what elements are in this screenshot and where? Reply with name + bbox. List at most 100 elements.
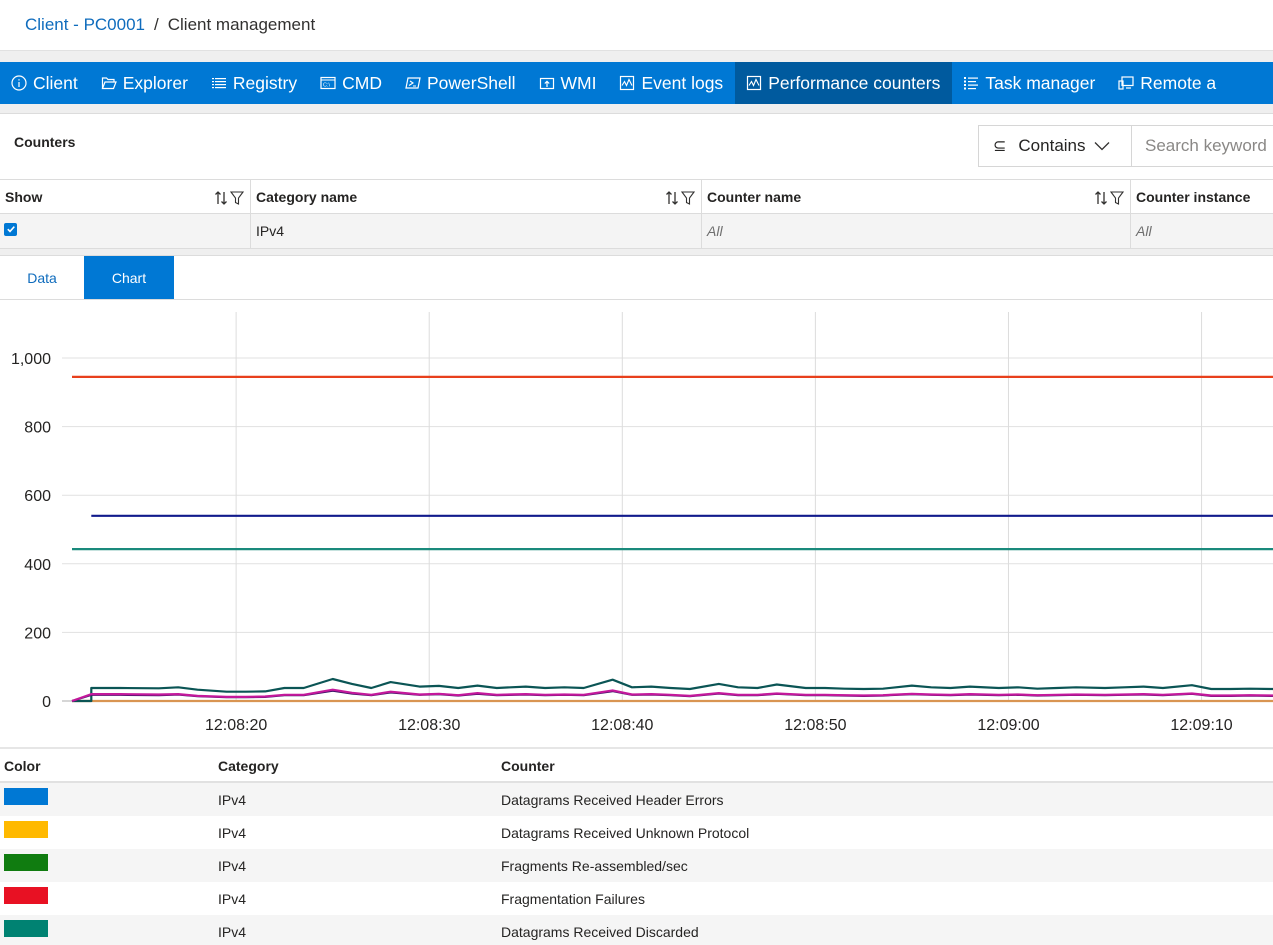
y-tick-label: 200 [24,625,51,642]
legend-row[interactable]: IPv4 Fragments Re-assembled/sec [0,849,1273,882]
legend-category: IPv4 [218,857,247,874]
legend-row[interactable]: IPv4 Fragmentation Failures [0,882,1273,915]
breadcrumb-separator: / [154,15,159,34]
list-icon [211,75,227,91]
toolbar-item-powershell[interactable]: PowerShell [394,62,528,104]
legend-counter: Fragmentation Failures [501,890,645,907]
legend-counter: Fragments Re-assembled/sec [501,857,688,874]
toolbar-item-performance-counters[interactable]: Performance counters [735,62,953,104]
column-header-label: Category name [256,188,358,205]
toolbar-item-cmd[interactable]: C:\ CMD [309,62,394,104]
x-tick-label: 12:09:00 [977,717,1039,734]
legend-category: IPv4 [218,890,247,907]
divider [0,50,1273,62]
legend-header-color: Color [4,758,41,774]
upload-box-icon [539,75,555,91]
tab-data[interactable]: Data [0,256,84,300]
divider [0,104,1273,114]
y-tick-label: 0 [42,694,51,711]
y-tick-label: 600 [24,488,51,505]
legend-counter: Datagrams Received Discarded [501,923,699,940]
folder-open-icon [101,75,117,91]
legend-header-category: Category [218,758,279,774]
column-header-label: Counter name [707,188,802,205]
toolbar-item-label: Task manager [985,72,1096,93]
legend-row[interactable]: IPv4 Datagrams Received Header Errors [0,783,1273,816]
sort-icon[interactable] [214,190,228,206]
filter-icon[interactable] [681,190,695,206]
chart-svg: 0 200 400 600 800 1,000 12:08:20 12:08:30 12:08:… [11,312,1273,734]
y-tick-label: 400 [24,557,51,574]
task-list-icon [963,75,979,91]
color-swatch [4,854,48,871]
y-tick-label: 1,000 [11,351,51,368]
legend-counter: Datagrams Received Unknown Protocol [501,824,750,841]
toolbar-item-label: PowerShell [426,72,516,93]
subset-icon: ⊆ [993,138,1007,155]
svg-text:C:\: C:\ [323,83,331,89]
view-tabs: Data Chart [0,256,174,300]
sort-icon[interactable] [665,190,679,206]
terminal-icon: C:\ [320,75,336,91]
toolbar-item-label: Performance counters [768,72,941,93]
color-swatch [4,821,48,838]
info-icon [11,75,27,91]
legend-header-counter: Counter [501,758,555,774]
toolbar-item-client[interactable]: Client [0,62,90,104]
legend-row[interactable]: IPv4 Datagrams Received Discarded [0,915,1273,945]
color-swatch [4,920,48,937]
x-tick-label: 12:09:10 [1170,717,1232,734]
chevron-down-icon [1094,142,1109,151]
y-tick-label: 800 [24,420,51,437]
category-cell: IPv4 [251,214,702,248]
legend-category: IPv4 [218,824,247,841]
instance-cell: All [1136,223,1152,239]
toolbar-item-registry[interactable]: Registry [200,62,309,104]
counter-cell: All [702,214,1131,248]
column-header-label: Counter instance [1136,188,1251,205]
legend-row[interactable]: IPv4 Datagrams Received Unknown Protocol [0,816,1273,849]
x-tick-label: 12:08:20 [205,717,267,734]
show-checkbox[interactable] [4,222,17,236]
search-group: ⊆ Contains [978,125,1273,167]
toolbar-item-task-manager[interactable]: Task manager [952,62,1107,104]
performance-chart: 0 200 400 600 800 1,000 12:08:20 12:08:30 12:08:… [0,300,1273,747]
breadcrumb-client-link[interactable]: Client - PC0001 [25,15,145,35]
column-header-counter-instance[interactable]: Counter instance [1131,180,1273,213]
breadcrumb: Client - PC0001 / Client management [0,0,1273,50]
toolbar-item-event-logs[interactable]: Event logs [608,62,735,104]
color-swatch [4,887,48,904]
x-tick-label: 12:08:50 [784,717,846,734]
x-tick-label: 12:08:40 [591,717,653,734]
powershell-icon [405,75,421,91]
toolbar-item-label: CMD [342,72,382,93]
remote-desktop-icon [1118,75,1134,91]
client-toolbar: Client Explorer Registry C:\ CMD PowerSh… [0,62,1273,104]
filter-mode-label: Contains [1018,136,1086,155]
toolbar-item-remote[interactable]: Remote a [1107,62,1228,104]
filter-mode-dropdown[interactable]: ⊆ Contains [979,126,1132,166]
column-header-label: Show [5,188,43,205]
legend-category: IPv4 [218,923,247,940]
divider [0,747,1273,749]
filter-icon[interactable] [1110,190,1124,206]
tab-chart[interactable]: Chart [84,256,174,300]
toolbar-item-label: Remote a [1140,72,1217,93]
counters-title: Counters [14,134,76,150]
chart-box-icon [746,75,762,91]
grid-header-row: Show Category name Counter name Counter … [0,179,1273,214]
column-header-counter-name[interactable]: Counter name [702,180,1131,213]
toolbar-item-explorer[interactable]: Explorer [90,62,200,104]
toolbar-item-label: Event logs [641,72,724,93]
legend-header-row: Color Category Counter [0,751,1273,783]
filter-icon[interactable] [230,190,244,206]
chart-legend: Color Category Counter IPv4 Datagrams Re… [0,751,1273,945]
column-header-category-name[interactable]: Category name [251,180,702,213]
column-header-show[interactable]: Show [0,180,251,213]
x-tick-label: 12:08:30 [398,717,460,734]
search-input[interactable] [1132,126,1273,166]
sort-icon[interactable] [1094,190,1108,206]
toolbar-item-wmi[interactable]: WMI [528,62,609,104]
table-row[interactable]: IPv4 All All [0,214,1273,249]
divider [0,249,1273,256]
